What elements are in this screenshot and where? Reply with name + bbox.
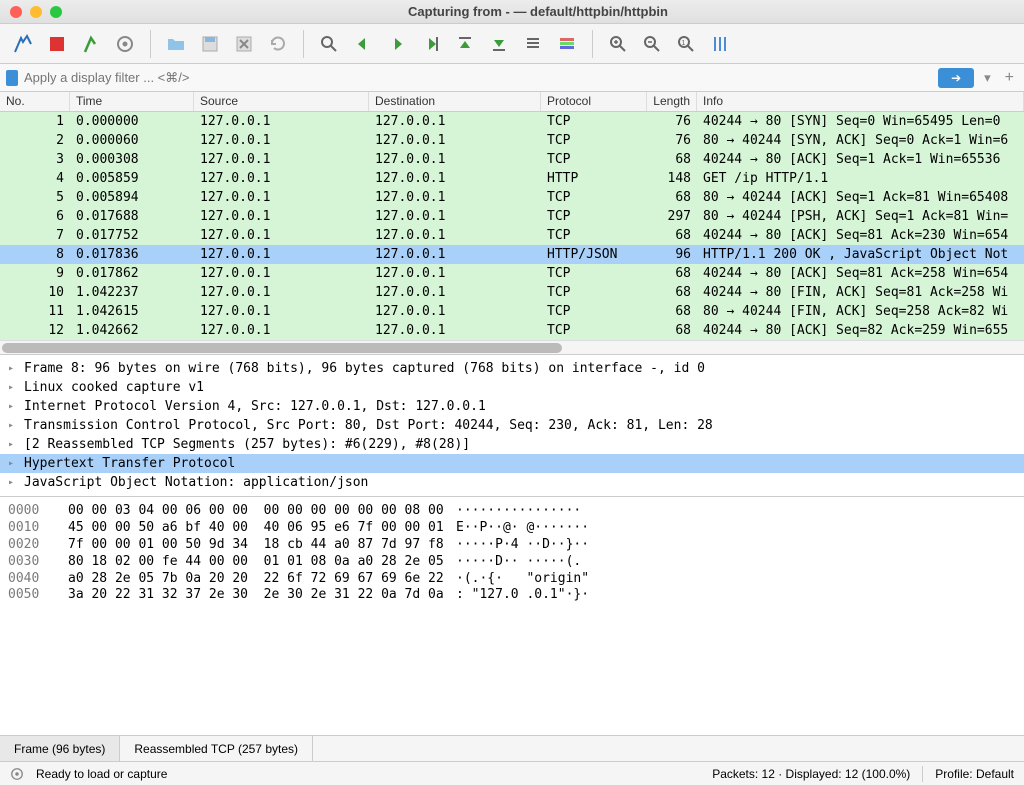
maximize-window-button[interactable] [50,6,62,18]
hex-row[interactable]: 000000 00 03 04 00 06 00 00 00 00 00 00 … [8,503,1016,520]
stop-capture-button[interactable] [42,29,72,59]
auto-scroll-button[interactable] [518,29,548,59]
hex-row[interactable]: 0040a0 28 2e 05 7b 0a 20 20 22 6f 72 69 … [8,571,1016,588]
hex-row[interactable]: 001045 00 00 50 a6 bf 40 00 40 06 95 e6 … [8,520,1016,537]
tree-item[interactable]: ▸Frame 8: 96 bytes on wire (768 bits), 9… [0,359,1024,378]
capture-options-button[interactable] [110,29,140,59]
packet-row[interactable]: 121.042662127.0.0.1127.0.0.1TCP6840244 →… [0,321,1024,340]
packet-row[interactable]: 90.017862127.0.0.1127.0.0.1TCP6840244 → … [0,264,1024,283]
restart-capture-button[interactable] [76,29,106,59]
zoom-in-button[interactable] [603,29,633,59]
close-file-button[interactable] [229,29,259,59]
filter-bookmark-icon[interactable] [6,70,18,86]
packet-row[interactable]: 80.017836127.0.0.1127.0.0.1HTTP/JSON96HT… [0,245,1024,264]
main-toolbar: 1 [0,24,1024,64]
filter-dropdown-icon[interactable]: ▾ [980,70,995,86]
display-filter-bar: ➔ ▾ + [0,64,1024,92]
minimize-window-button[interactable] [30,6,42,18]
disclosure-arrow-icon[interactable]: ▸ [8,477,18,488]
packet-bytes-pane[interactable]: 000000 00 03 04 00 06 00 00 00 00 00 00 … [0,496,1024,735]
titlebar: Capturing from - — default/httpbin/httpb… [0,0,1024,24]
start-capture-button[interactable] [8,29,38,59]
disclosure-arrow-icon[interactable]: ▸ [8,363,18,374]
save-file-button[interactable] [195,29,225,59]
zoom-reset-button[interactable]: 1 [671,29,701,59]
status-bar: Ready to load or capture Packets: 12 · D… [0,761,1024,785]
close-window-button[interactable] [10,6,22,18]
status-message: Ready to load or capture [36,767,700,781]
disclosure-arrow-icon[interactable]: ▸ [8,401,18,412]
packet-row[interactable]: 60.017688127.0.0.1127.0.0.1TCP29780 → 40… [0,207,1024,226]
resize-columns-button[interactable] [705,29,735,59]
tree-item[interactable]: ▸Linux cooked capture v1 [0,378,1024,397]
hex-row[interactable]: 00503a 20 22 31 32 37 2e 30 2e 30 2e 31 … [8,587,1016,604]
packet-details-pane[interactable]: ▸Frame 8: 96 bytes on wire (768 bits), 9… [0,354,1024,496]
find-packet-button[interactable] [314,29,344,59]
packet-row[interactable]: 30.000308127.0.0.1127.0.0.1TCP6840244 → … [0,150,1024,169]
disclosure-arrow-icon[interactable]: ▸ [8,420,18,431]
hex-row[interactable]: 00207f 00 00 01 00 50 9d 34 18 cb 44 a0 … [8,537,1016,554]
display-filter-input[interactable] [24,70,932,85]
column-time[interactable]: Time [70,92,194,111]
tree-item[interactable]: ▸JavaScript Object Notation: application… [0,473,1024,492]
tree-item[interactable]: ▸Hypertext Transfer Protocol [0,454,1024,473]
column-source[interactable]: Source [194,92,369,111]
svg-text:1: 1 [682,40,686,47]
hex-row[interactable]: 003080 18 02 00 fe 44 00 00 01 01 08 0a … [8,554,1016,571]
disclosure-arrow-icon[interactable]: ▸ [8,458,18,469]
status-profile[interactable]: Profile: Default [935,767,1014,781]
tree-item[interactable]: ▸Internet Protocol Version 4, Src: 127.0… [0,397,1024,416]
filter-add-button[interactable]: + [1001,69,1018,87]
go-last-button[interactable] [484,29,514,59]
tree-item[interactable]: ▸[2 Reassembled TCP Segments (257 bytes)… [0,435,1024,454]
column-info[interactable]: Info [697,92,1024,111]
reload-button[interactable] [263,29,293,59]
packet-row[interactable]: 40.005859127.0.0.1127.0.0.1HTTP148GET /i… [0,169,1024,188]
packet-row[interactable]: 20.000060127.0.0.1127.0.0.1TCP7680 → 402… [0,131,1024,150]
tab-reassembled[interactable]: Reassembled TCP (257 bytes) [120,736,313,761]
column-no[interactable]: No. [0,92,70,111]
zoom-out-button[interactable] [637,29,667,59]
go-to-packet-button[interactable] [416,29,446,59]
expert-info-icon[interactable] [10,767,24,781]
colorize-button[interactable] [552,29,582,59]
status-packets: Packets: 12 · Displayed: 12 (100.0%) [712,767,910,781]
filter-apply-button[interactable]: ➔ [938,68,974,88]
disclosure-arrow-icon[interactable]: ▸ [8,382,18,393]
go-back-button[interactable] [348,29,378,59]
go-first-button[interactable] [450,29,480,59]
packet-row[interactable]: 101.042237127.0.0.1127.0.0.1TCP6840244 →… [0,283,1024,302]
packet-row[interactable]: 70.017752127.0.0.1127.0.0.1TCP6840244 → … [0,226,1024,245]
column-protocol[interactable]: Protocol [541,92,647,111]
horizontal-scrollbar[interactable] [0,340,1024,354]
packet-row[interactable]: 111.042615127.0.0.1127.0.0.1TCP6880 → 40… [0,302,1024,321]
window-title: Capturing from - — default/httpbin/httpb… [62,4,1014,19]
open-file-button[interactable] [161,29,191,59]
column-length[interactable]: Length [647,92,697,111]
packet-list[interactable]: 10.000000127.0.0.1127.0.0.1TCP7640244 → … [0,112,1024,340]
packet-row[interactable]: 10.000000127.0.0.1127.0.0.1TCP7640244 → … [0,112,1024,131]
tree-item[interactable]: ▸Transmission Control Protocol, Src Port… [0,416,1024,435]
packet-list-header: No. Time Source Destination Protocol Len… [0,92,1024,112]
bytes-tabs: Frame (96 bytes) Reassembled TCP (257 by… [0,735,1024,761]
packet-row[interactable]: 50.005894127.0.0.1127.0.0.1TCP6880 → 402… [0,188,1024,207]
column-destination[interactable]: Destination [369,92,541,111]
disclosure-arrow-icon[interactable]: ▸ [8,439,18,450]
tab-frame[interactable]: Frame (96 bytes) [0,736,120,761]
go-forward-button[interactable] [382,29,412,59]
